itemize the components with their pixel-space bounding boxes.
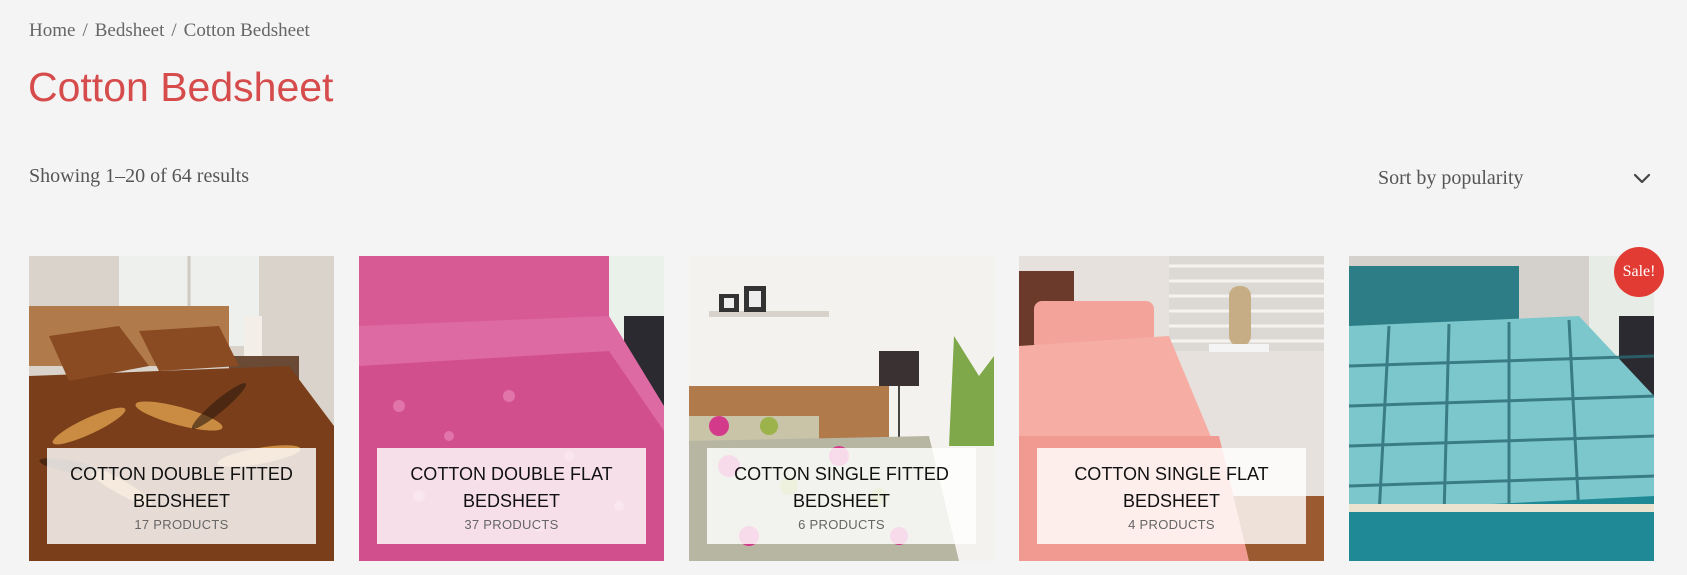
category-product-count: 37 PRODUCTS [464, 516, 559, 532]
category-product-count: 6 PRODUCTS [798, 516, 885, 532]
category-card[interactable]: COTTON DOUBLE FITTED BEDSHEET 17 PRODUCT… [29, 256, 334, 561]
sale-badge: Sale! [1614, 247, 1664, 297]
breadcrumb-bedsheet-link[interactable]: Bedsheet [95, 20, 165, 41]
category-label: COTTON SINGLE FITTED BEDSHEET 6 PRODUCTS [707, 448, 976, 544]
breadcrumb: Home / Bedsheet / Cotton Bedsheet [29, 20, 310, 42]
sort-selected-value: Sort by popularity [1378, 166, 1524, 189]
chevron-down-icon [1633, 173, 1651, 184]
category-title: COTTON SINGLE FITTED BEDSHEET [734, 463, 949, 511]
result-count: Showing 1–20 of 64 results [29, 165, 249, 187]
breadcrumb-home-link[interactable]: Home [29, 20, 75, 41]
category-label: COTTON DOUBLE FITTED BEDSHEET 17 PRODUCT… [47, 448, 316, 544]
page-title: Cotton Bedsheet [28, 64, 334, 110]
breadcrumb-current: Cotton Bedsheet [183, 20, 310, 41]
category-title: COTTON DOUBLE FLAT BEDSHEET [410, 463, 613, 511]
category-card[interactable]: COTTON SINGLE FITTED BEDSHEET 6 PRODUCTS [689, 256, 994, 561]
category-label: COTTON SINGLE FLAT BEDSHEET 4 PRODUCTS [1037, 448, 1306, 544]
category-title: COTTON SINGLE FLAT BEDSHEET [1074, 463, 1269, 511]
sort-dropdown[interactable]: Sort by popularity [1378, 162, 1652, 194]
product-image [1349, 256, 1654, 561]
breadcrumb-separator: / [171, 20, 177, 41]
category-product-count: 17 PRODUCTS [134, 516, 229, 532]
category-title: COTTON DOUBLE FITTED BEDSHEET [70, 463, 293, 511]
category-card[interactable]: COTTON DOUBLE FLAT BEDSHEET 37 PRODUCTS [359, 256, 664, 561]
category-grid: COTTON DOUBLE FITTED BEDSHEET 17 PRODUCT… [29, 256, 1654, 561]
category-product-count: 4 PRODUCTS [1128, 516, 1215, 532]
breadcrumb-separator: / [82, 20, 88, 41]
category-card[interactable]: COTTON SINGLE FLAT BEDSHEET 4 PRODUCTS [1019, 256, 1324, 561]
product-card[interactable] [1349, 256, 1654, 561]
category-label: COTTON DOUBLE FLAT BEDSHEET 37 PRODUCTS [377, 448, 646, 544]
